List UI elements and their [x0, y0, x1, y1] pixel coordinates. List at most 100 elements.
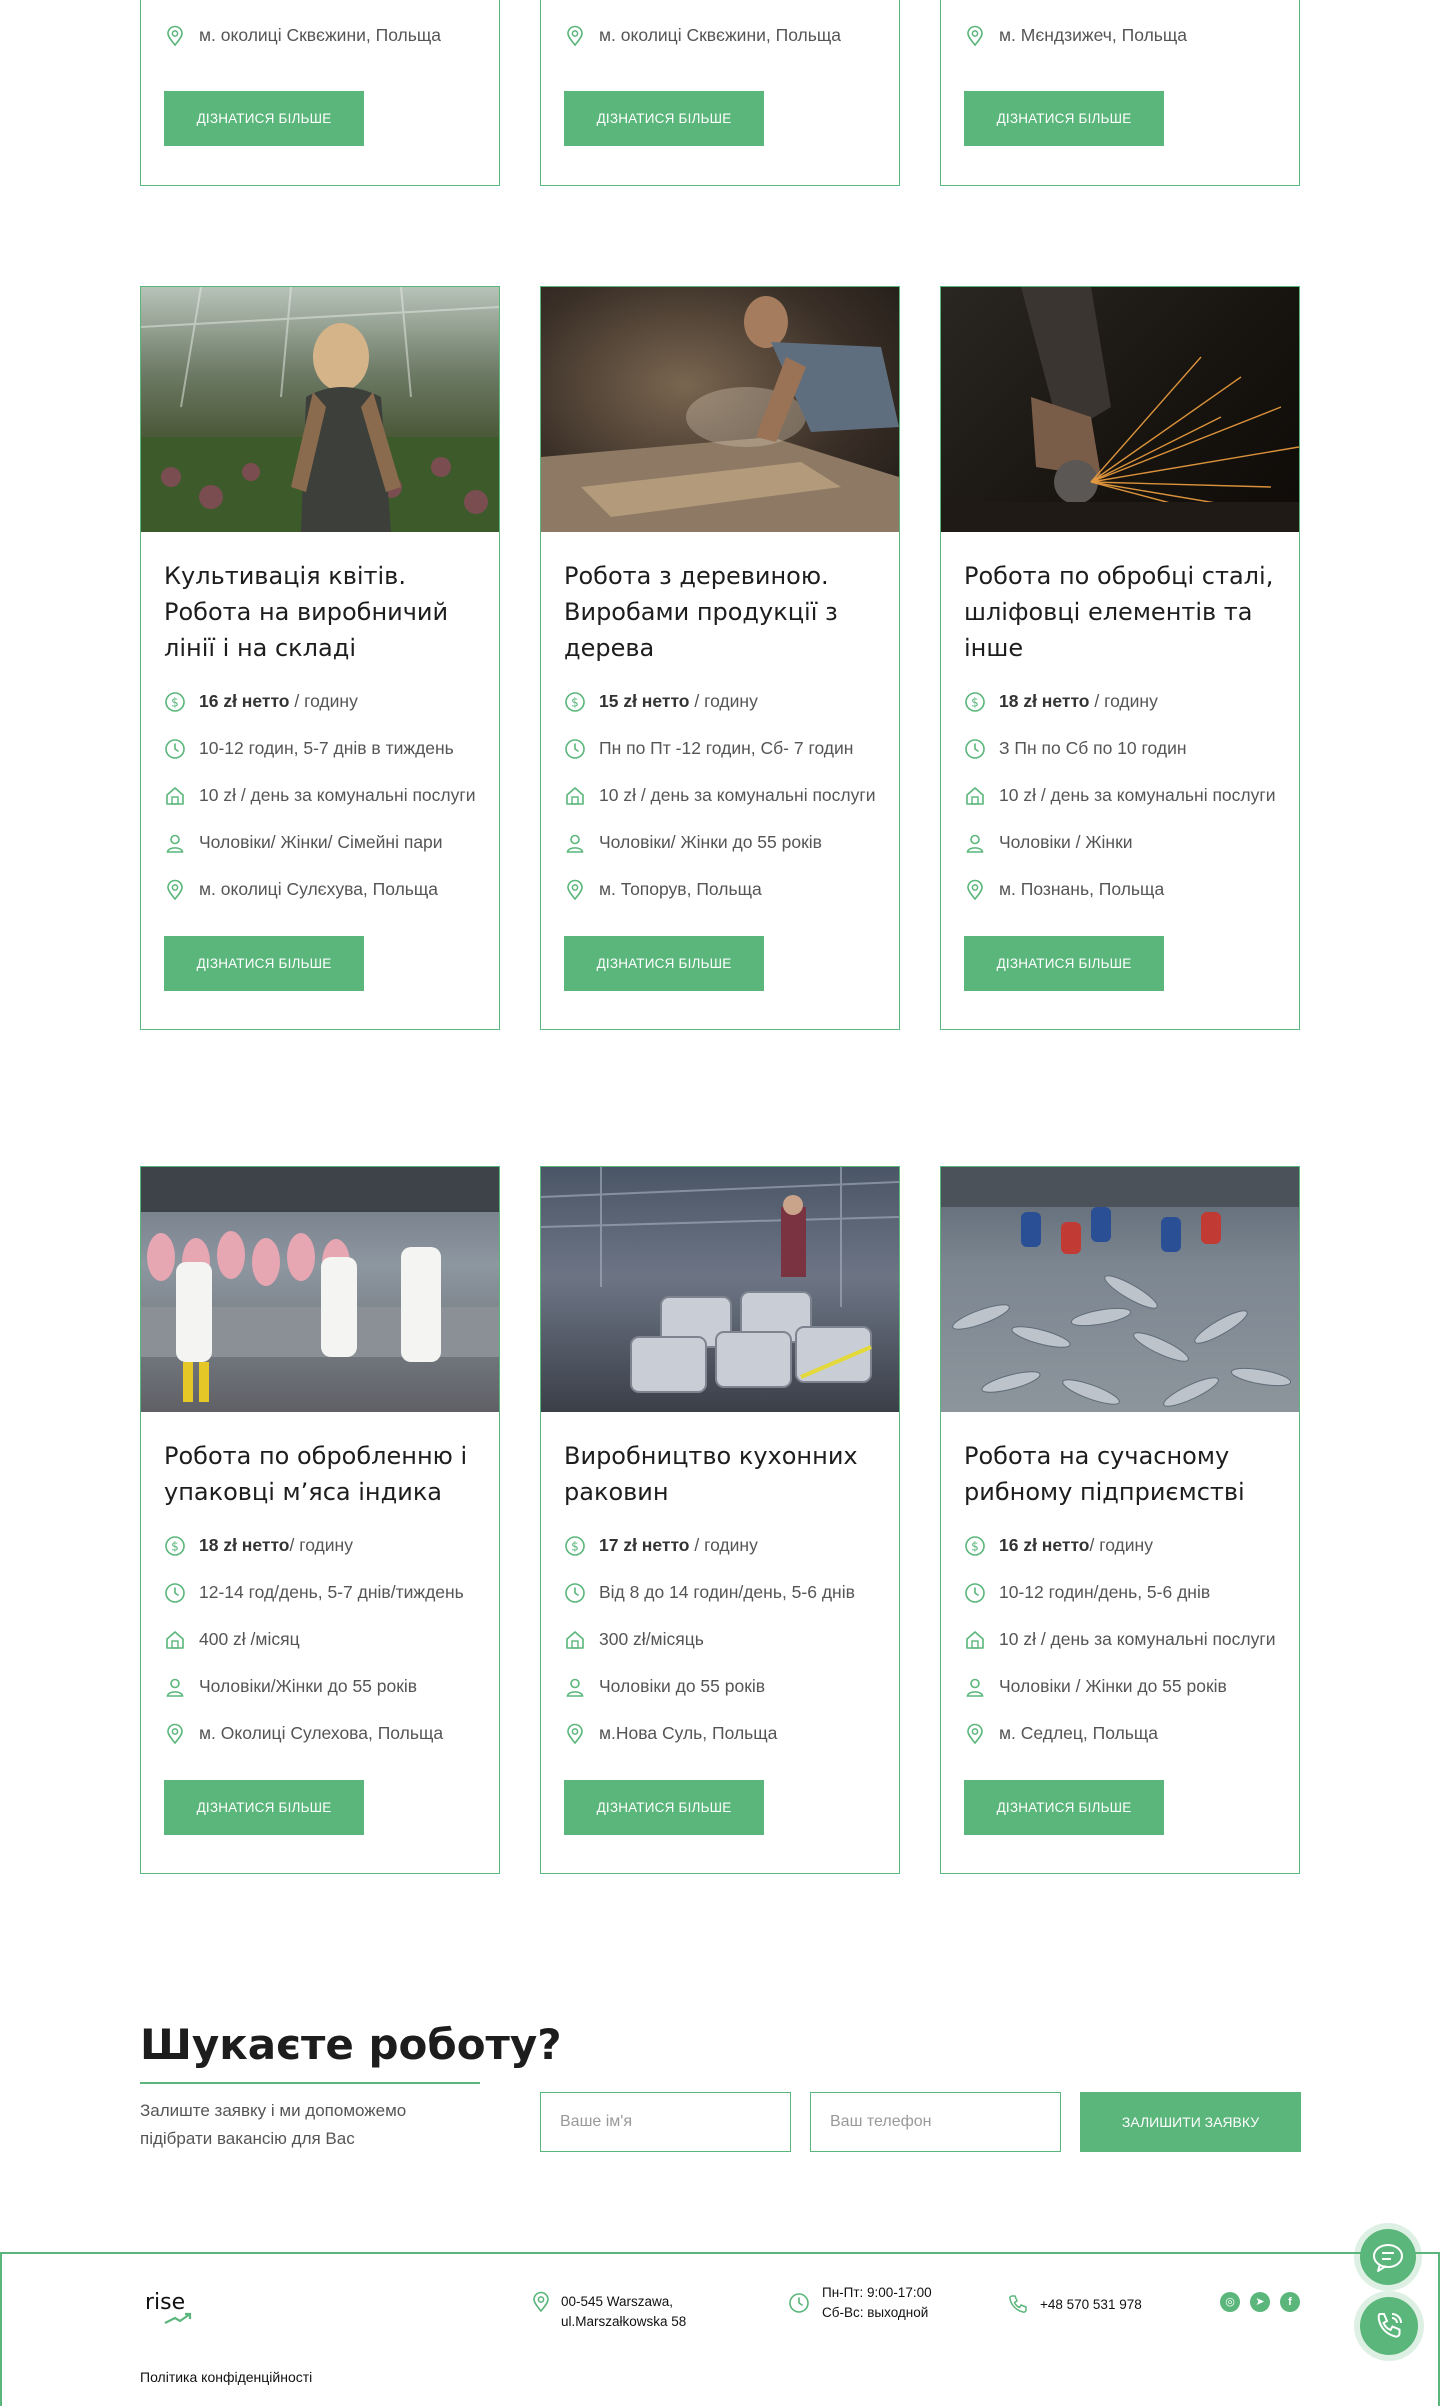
house-icon: [564, 1629, 586, 1651]
salary-amount: 18 zł нетто: [999, 691, 1090, 711]
footer-phone[interactable]: +48 570 531 978: [1040, 2295, 1142, 2315]
facebook-icon[interactable]: f: [1280, 2292, 1300, 2312]
location-row: м. Околиці Сулехова, Польща: [164, 1720, 476, 1747]
location-row: м. околиці Сулєхува, Польща: [164, 876, 476, 903]
hours-line: Пн-Пт: 9:00-17:00: [822, 2285, 932, 2300]
clock-icon: [564, 738, 586, 760]
people-text: Чоловіки/Жінки до 55 років: [199, 1676, 418, 1696]
housing-text: 300 zł/місяць: [599, 1629, 704, 1649]
location-pin-icon: [164, 879, 186, 901]
clock-icon: [964, 1582, 986, 1604]
privacy-policy-link[interactable]: Політика конфіденційності: [140, 2369, 312, 2385]
salary-row: 16 zł нетто / годину: [164, 688, 476, 715]
location-text: м. Седлец, Польща: [999, 1723, 1159, 1743]
person-icon: [964, 1676, 986, 1698]
people-text: Чоловіки/ Жінки/ Сімейні пари: [199, 832, 443, 852]
job-card: Робота на сучасному рибному підприємстві…: [940, 1166, 1300, 1874]
phone-icon: [1007, 2293, 1029, 2315]
hours-row: 12-14 год/день, 5-7 днів/тиждень: [164, 1579, 476, 1606]
salary-row: 17 zł нетто / годину: [564, 1532, 876, 1559]
people-row: Чоловіки / Жінки до 55 років: [964, 1673, 1276, 1700]
job-card: Робота з деревиною. Виробами продукції з…: [540, 286, 900, 1030]
submit-request-button[interactable]: ЗАЛИШИТИ ЗАЯВКУ: [1080, 2092, 1301, 2152]
salary-row: 18 zł нетто / годину: [964, 688, 1276, 715]
learn-more-button[interactable]: ДІЗНАТИСЯ БІЛЬШЕ: [564, 91, 764, 146]
location-pin-icon: [530, 2291, 552, 2313]
job-card-partial: м. околиці Сквєжини, Польща ДІЗНАТИСЯ БІ…: [540, 0, 900, 186]
clock-icon: [164, 738, 186, 760]
house-icon: [164, 1629, 186, 1651]
housing-text: 10 zł / день за комунальні послуги: [999, 785, 1276, 805]
learn-more-button[interactable]: ДІЗНАТИСЯ БІЛЬШЕ: [564, 936, 764, 991]
person-icon: [564, 1676, 586, 1698]
location-pin-icon: [564, 879, 586, 901]
job-card: Робота по обробленню і упаковці м’яса ін…: [140, 1166, 500, 1874]
learn-more-button[interactable]: ДІЗНАТИСЯ БІЛЬШЕ: [964, 936, 1164, 991]
call-button[interactable]: [1360, 2297, 1418, 2355]
salary-row: 15 zł нетто / годину: [564, 688, 876, 715]
job-card-partial: м. околиці Сквєжини, Польща ДІЗНАТИСЯ БІ…: [140, 0, 500, 186]
phone-input[interactable]: Ваш телефон: [810, 2092, 1061, 2152]
footer-address: 00-545 Warszawa, ul.Marszałkowska 58: [561, 2292, 686, 2332]
job-card: Робота по обробці сталі, шліфовці елемен…: [940, 286, 1300, 1030]
cta-underline: [140, 2082, 480, 2084]
location-row: м. Познань, Польща: [964, 876, 1276, 903]
housing-text: 400 zł /місяц: [199, 1629, 300, 1649]
chat-button[interactable]: [1360, 2229, 1416, 2285]
location-text: м. Околиці Сулехова, Польща: [199, 1723, 444, 1743]
salary-unit: / годину: [1089, 1535, 1153, 1555]
learn-more-button[interactable]: ДІЗНАТИСЯ БІЛЬШЕ: [164, 91, 364, 146]
kitchen-sinks-factory-photo: [541, 1167, 899, 1412]
housing-text: 10 zł / день за комунальні послуги: [599, 785, 876, 805]
location-pin-icon: [564, 25, 586, 47]
people-row: Чоловіки/Жінки до 55 років: [164, 1673, 476, 1700]
housing-row: 10 zł / день за комунальні послуги: [164, 782, 476, 809]
location-pin-icon: [564, 1723, 586, 1745]
people-row: Чоловіки / Жінки: [964, 829, 1276, 856]
telegram-icon[interactable]: ➤: [1250, 2292, 1270, 2312]
job-title: Виробництво кухонних раковин: [564, 1442, 858, 1506]
hours-line: Сб-Вс: выходной: [822, 2305, 929, 2320]
money-icon: [564, 1535, 586, 1557]
money-icon: [164, 1535, 186, 1557]
clock-icon: [564, 1582, 586, 1604]
learn-more-button[interactable]: ДІЗНАТИСЯ БІЛЬШЕ: [964, 1780, 1164, 1835]
location-text: м. околиці Сквєжини, Польща: [599, 25, 842, 45]
hours-text: Пн по Пт -12 годин, Сб- 7 годин: [599, 738, 854, 758]
job-card: Виробництво кухонних раковин 17 zł нетто…: [540, 1166, 900, 1874]
logo-arrow-icon: [164, 2312, 192, 2324]
learn-more-button[interactable]: ДІЗНАТИСЯ БІЛЬШЕ: [564, 1780, 764, 1835]
hours-text: 12-14 год/день, 5-7 днів/тиждень: [199, 1582, 464, 1602]
hours-row: Від 8 до 14 годин/день, 5-6 днів: [564, 1579, 876, 1606]
location-pin-icon: [964, 1723, 986, 1745]
woman-in-greenhouse-photo: [141, 287, 499, 532]
instagram-icon[interactable]: ◎: [1220, 2292, 1240, 2312]
people-row: Чоловіки/ Жінки до 55 років: [564, 829, 876, 856]
money-icon: [164, 691, 186, 713]
location-pin-icon: [164, 25, 186, 47]
people-text: Чоловіки/ Жінки до 55 років: [599, 832, 822, 852]
cta-title: Шукаєте роботу?: [140, 2020, 562, 2069]
money-icon: [564, 691, 586, 713]
salary-unit: / годину: [689, 691, 758, 711]
location-row: м. Седлец, Польща: [964, 1720, 1276, 1747]
house-icon: [964, 785, 986, 807]
salary-unit: / годину: [1089, 691, 1158, 711]
learn-more-button[interactable]: ДІЗНАТИСЯ БІЛЬШЕ: [164, 936, 364, 991]
rise-logo[interactable]: rise: [145, 2290, 192, 2324]
name-input[interactable]: Ваше ім'я: [540, 2092, 791, 2152]
housing-row: 10 zł / день за комунальні послуги: [964, 1626, 1276, 1653]
location-row: м. Мєндзижеч, Польща: [964, 22, 1187, 49]
housing-text: 10 zł / день за комунальні послуги: [199, 785, 476, 805]
salary-unit: / годину: [289, 691, 358, 711]
clock-icon: [964, 738, 986, 760]
housing-text: 10 zł / день за комунальні послуги: [999, 1629, 1276, 1649]
learn-more-button[interactable]: ДІЗНАТИСЯ БІЛЬШЕ: [964, 91, 1164, 146]
salary-unit: / годину: [689, 1535, 758, 1555]
salary-row: 16 zł нетто/ годину: [964, 1532, 1276, 1559]
learn-more-button[interactable]: ДІЗНАТИСЯ БІЛЬШЕ: [164, 1780, 364, 1835]
job-card: Культивація квітів. Робота на виробничий…: [140, 286, 500, 1030]
job-card-partial: м. Мєндзижеч, Польща ДІЗНАТИСЯ БІЛЬШЕ: [940, 0, 1300, 186]
person-icon: [564, 832, 586, 854]
location-text: м. Познань, Польща: [999, 879, 1165, 899]
